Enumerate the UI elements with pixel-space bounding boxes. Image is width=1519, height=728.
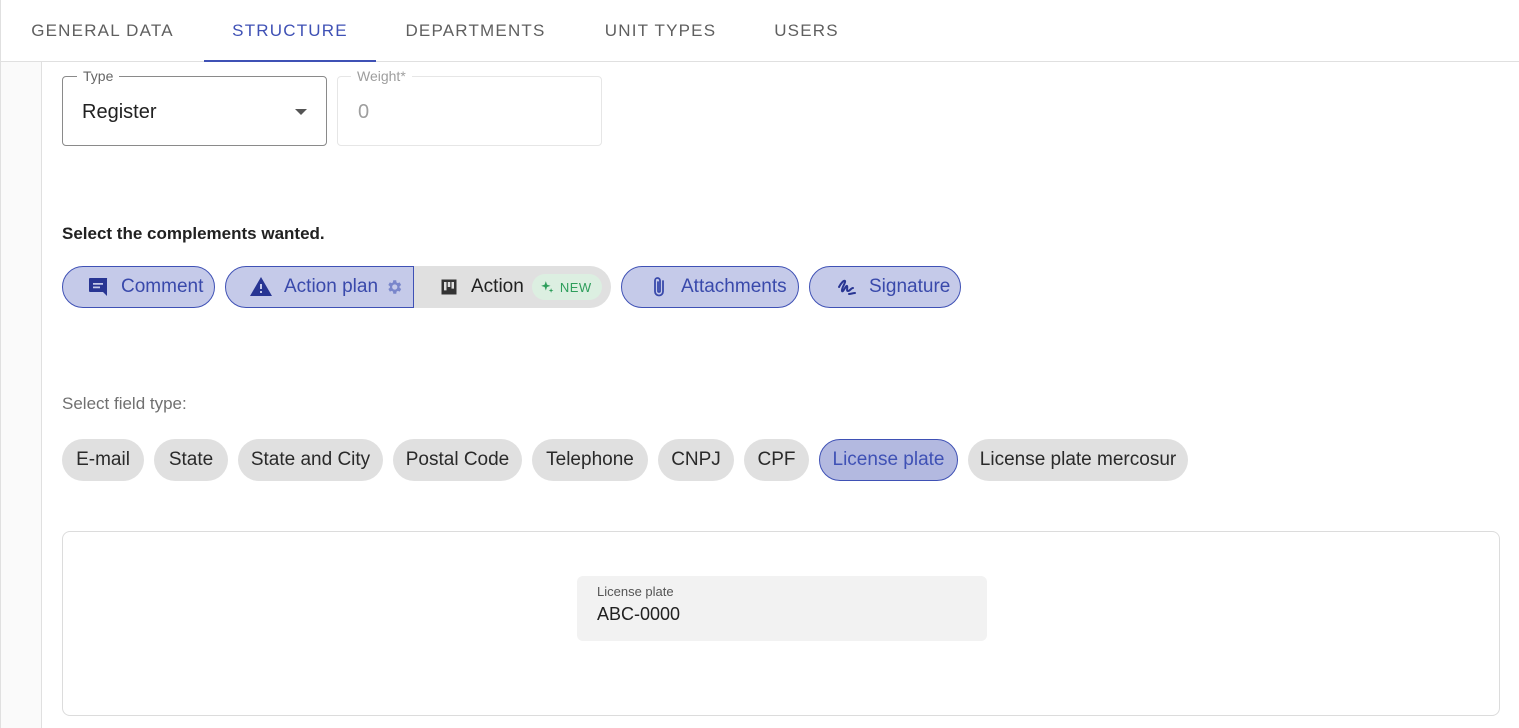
sparkle-icon [540,280,554,294]
field-type-postal-code[interactable]: Postal Code [393,439,522,481]
field-preview-panel: License plate ABC-0000 [62,531,1500,716]
type-select-value: Register [82,101,157,123]
tab-structure[interactable]: STRUCTURE [204,0,376,62]
comment-chip-label: Comment [121,276,204,297]
chevron-down-icon [295,109,307,115]
action-chip-label: Action [471,276,524,297]
weight-field-value: 0 [358,101,370,123]
warning-icon [248,274,274,300]
license-plate-field-value: ABC-0000 [597,604,681,624]
attachments-chip-label: Attachments [681,276,787,297]
comment-chip[interactable]: Comment [62,266,215,308]
signature-icon [834,274,860,300]
left-rail [0,62,42,728]
gear-icon[interactable] [384,274,404,300]
tab-users[interactable]: USERS [746,0,867,61]
field-type-license-plate-mercosur[interactable]: License plate mercosur [968,439,1188,481]
signature-chip[interactable]: Signature [809,266,961,308]
attachments-chip[interactable]: Attachments [621,266,799,308]
action-chip[interactable]: Action NEW [414,266,611,308]
license-plate-field[interactable]: License plate ABC-0000 [577,576,987,641]
weight-field[interactable]: Weight* 0 [337,68,602,146]
new-badge-label: NEW [559,279,592,295]
action-plan-chip-label: Action plan [284,276,379,297]
kanban-icon [438,274,460,300]
field-type-telephone[interactable]: Telephone [532,439,648,481]
comment-icon [85,274,111,300]
field-type-cpf[interactable]: CPF [744,439,809,481]
tab-unit-types[interactable]: UNIT TYPES [575,0,746,61]
field-type-license-plate[interactable]: License plate [819,439,958,481]
license-plate-field-label: License plate [597,584,674,599]
tab-departments[interactable]: DEPARTMENTS [376,0,575,61]
type-select[interactable]: Type Register [62,68,327,146]
field-type-email[interactable]: E-mail [62,439,144,481]
signature-chip-label: Signature [869,276,951,297]
field-type-cnpj[interactable]: CNPJ [658,439,734,481]
new-badge: NEW [531,274,602,300]
type-select-label: Type [77,68,120,84]
paperclip-icon [646,274,672,300]
field-type-state-and-city[interactable]: State and City [238,439,383,481]
tab-general-data[interactable]: GENERAL DATA [1,0,204,61]
tab-bar: GENERAL DATA STRUCTURE DEPARTMENTS UNIT … [0,0,1519,62]
complements-title: Select the complements wanted. [62,224,325,243]
field-type-title: Select field type: [62,394,187,413]
field-type-state[interactable]: State [154,439,228,481]
action-plan-chip[interactable]: Action plan [225,266,414,308]
weight-field-label: Weight* [351,68,412,84]
